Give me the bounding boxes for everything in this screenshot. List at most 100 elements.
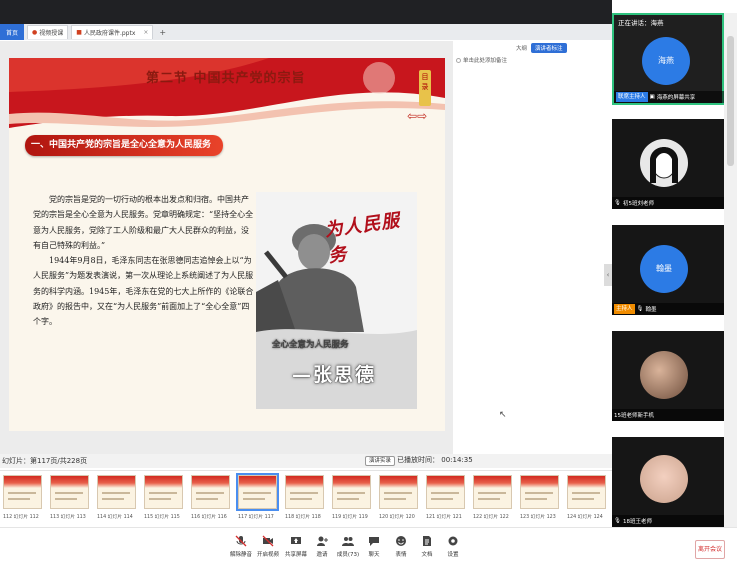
timer-label: 已播放时间： — [397, 456, 439, 464]
thumbnail-label: 117 幻灯片 117 — [238, 515, 274, 520]
thumbnail-label: 123 幻灯片 123 — [520, 515, 556, 520]
gear-icon — [448, 536, 458, 546]
participant-tile[interactable]: 15班老师新手机 — [612, 331, 724, 421]
chat-icon — [369, 537, 379, 546]
poster-slogan: 全心全意为人民服务 — [272, 340, 349, 350]
slide-thumbnail[interactable] — [97, 475, 136, 509]
mic-icon: 🎙 — [636, 306, 644, 312]
collapse-panel-button[interactable]: ‹ — [604, 264, 612, 286]
tab-pptx[interactable]: ■ 人民政府课件.pptx × — [71, 25, 154, 39]
tab-label: 人民政府课件.pptx — [83, 30, 136, 37]
participant-name: 初5班刘老师 — [622, 201, 654, 207]
avatar — [640, 139, 688, 187]
notes-area[interactable]: 单击此处添加备注 — [456, 56, 507, 64]
share-screen-button[interactable]: 共享屏幕 — [282, 535, 310, 558]
avatar: 翰墨 — [640, 245, 688, 293]
invite-button[interactable]: 邀请 — [308, 535, 336, 558]
slide-status-bar: 幻灯片：第117页/共228页 演讲实录 已播放时间： 00:14:35 — [0, 454, 612, 468]
participant-tile[interactable]: 翰墨 主持人 🎙 翰墨 — [612, 225, 724, 315]
app-icon: ● — [32, 29, 38, 36]
participant-name: 海燕的屏幕共享 — [656, 95, 696, 101]
participant-tile-speaking[interactable]: 正在讲话：海燕 海燕 联席主持人 ▣ 海燕的屏幕共享 — [612, 13, 724, 105]
mic-muted-icon: 🎙 — [614, 200, 621, 206]
tab-home[interactable]: 首页 — [0, 24, 25, 40]
leave-meeting-button[interactable]: 离开会议 — [695, 540, 725, 559]
presenter-notes-button[interactable]: 演讲者标注 — [531, 43, 567, 53]
tab-label: 视频授课 — [39, 30, 64, 37]
close-icon[interactable]: × — [143, 29, 148, 36]
toolbar-label: 设置 — [447, 552, 459, 558]
thumbnail-label: 118 幻灯片 118 — [285, 515, 321, 520]
participant-name: 翰墨 — [645, 307, 657, 313]
toolbar-label: 聊天 — [368, 552, 380, 558]
participant-name: 18班王老师 — [622, 519, 652, 525]
notes-placeholder: 单击此处添加备注 — [463, 58, 508, 64]
slide-thumbnail[interactable] — [426, 475, 465, 509]
slide-thumbnail[interactable] — [191, 475, 230, 509]
camera-off-icon — [262, 535, 274, 547]
slide-thumbnail-strip: 112 幻灯片 112 113 幻灯片 113 114 幻灯片 114 115 … — [0, 470, 612, 526]
speaking-indicator: 正在讲话：海燕 — [618, 19, 664, 27]
record-button[interactable]: 演讲实录 — [365, 456, 396, 466]
slide-thumbnail-selected[interactable] — [236, 473, 279, 511]
slide-thumbnail[interactable] — [520, 475, 559, 509]
slide-thumbnail[interactable] — [50, 475, 89, 509]
slide-thumbnail[interactable] — [473, 475, 512, 509]
participant-tile[interactable]: 🎙 初5班刘老师 — [612, 119, 724, 209]
thumbnail-label: 115 幻灯片 115 — [144, 515, 180, 520]
slide-thumbnail[interactable] — [332, 475, 371, 509]
avatar — [640, 455, 688, 503]
toolbar-label: 解除静音 — [229, 552, 252, 558]
mic-muted-icon — [235, 535, 247, 547]
thumbnail-label: 114 幻灯片 114 — [97, 515, 133, 520]
participants-panel: 正在讲话：海燕 海燕 联席主持人 ▣ 海燕的屏幕共享 🎙 初5班刘老师 翰墨 主… — [612, 13, 724, 534]
side-panel-header: 大纲 演讲者标注 — [516, 43, 567, 53]
documents-button[interactable]: 文档 — [413, 535, 441, 558]
participant-label: 🎙 18班王老师 — [612, 515, 724, 527]
new-tab-button[interactable]: + — [159, 28, 166, 37]
arrow-right-icon[interactable]: ⇨ — [417, 109, 427, 123]
outline-label[interactable]: 大纲 — [516, 44, 527, 52]
current-slide: 第二节 中国共产党的宗旨 目录 ⇦⇨ 一、中国共产党的宗旨是全心全意为人民服务 … — [9, 58, 445, 431]
slide-thumbnail[interactable] — [285, 475, 324, 509]
thumbnail-label: 121 幻灯片 121 — [426, 515, 462, 520]
mouse-cursor-icon: ↖ — [499, 410, 507, 420]
participant-label: 15班老师新手机 — [612, 409, 724, 421]
play-timer: 已播放时间： 00:14:35 — [397, 455, 473, 465]
slide-section-heading: 一、中国共产党的宗旨是全心全意为人民服务 — [25, 135, 223, 156]
chat-button[interactable]: 聊天 — [360, 535, 388, 558]
participant-label: 🎙 初5班刘老师 — [612, 197, 724, 209]
avatar: 海燕 — [642, 37, 690, 85]
thumbnail-label: 113 幻灯片 113 — [50, 515, 86, 520]
participant-name: 15班老师新手机 — [614, 413, 654, 419]
toolbar-label: 邀请 — [316, 552, 328, 558]
radio-icon — [456, 58, 461, 63]
thumbnail-label: 122 幻灯片 122 — [473, 515, 509, 520]
slide-thumbnail[interactable] — [3, 475, 42, 509]
scrollbar-thumb[interactable] — [727, 36, 734, 166]
settings-button[interactable]: 设置 — [439, 535, 467, 558]
participant-tile[interactable]: 🎙 18班王老师 — [612, 437, 724, 527]
avatar — [640, 351, 688, 399]
slide-thumbnail[interactable] — [567, 475, 606, 509]
slide-paragraph: 党的宗旨是党的一切行动的根本出发点和归宿。中国共产党的宗旨是全心全意为人民服务。… — [33, 195, 254, 250]
members-button[interactable]: 成员(73) — [334, 535, 362, 558]
slide-arrows[interactable]: ⇦⇨ — [407, 109, 427, 123]
video-button[interactable]: 开启视频 — [254, 535, 282, 558]
role-badge: 主持人 — [614, 304, 635, 314]
document-tab-bar: 首页 ● 视频授课 ■ 人民政府课件.pptx × + — [0, 24, 612, 40]
slide-thumbnail[interactable] — [379, 475, 418, 509]
slide-thumbnail[interactable] — [144, 475, 183, 509]
thumbnail-label: 120 幻灯片 120 — [379, 515, 415, 520]
poster-name: —张思德 — [292, 364, 377, 386]
slide-title: 第二节 中国共产党的宗旨 — [146, 71, 306, 86]
slide-counter: 幻灯片：第117页/共228页 — [2, 457, 88, 465]
slide-menu-badge[interactable]: 目录 — [419, 70, 431, 106]
reaction-button[interactable]: 表情 — [387, 535, 415, 558]
arrow-left-icon[interactable]: ⇦ — [407, 109, 417, 123]
participants-scrollbar[interactable] — [724, 13, 737, 534]
thumbnail-label: 124 幻灯片 124 — [567, 515, 603, 520]
unmute-button[interactable]: 解除静音 — [227, 535, 255, 558]
members-icon — [342, 537, 354, 546]
tab-video-course[interactable]: ● 视频授课 — [27, 25, 69, 39]
